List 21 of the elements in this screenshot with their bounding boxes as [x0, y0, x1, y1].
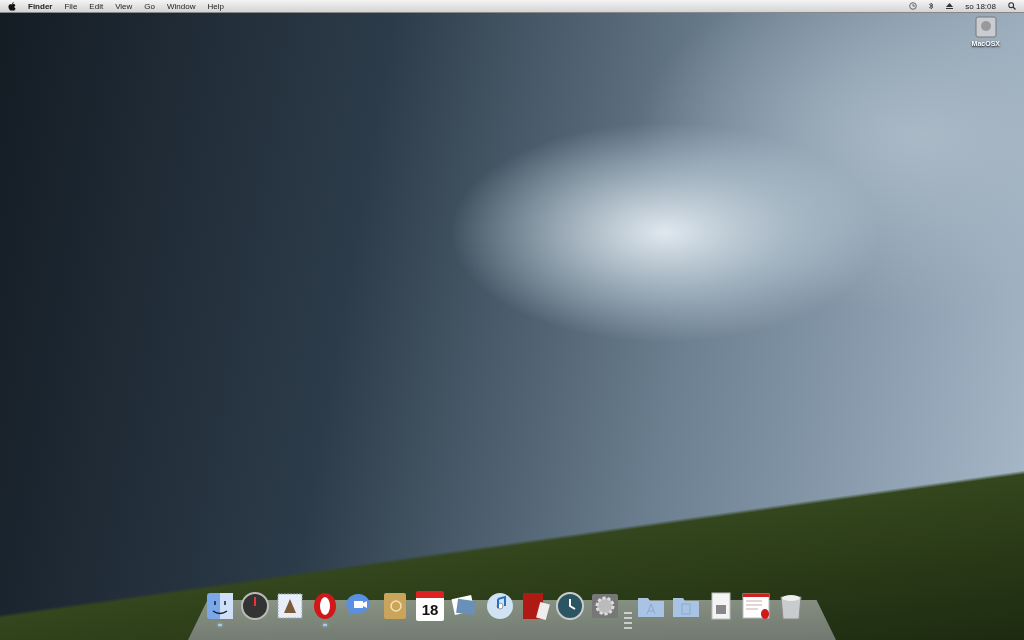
menu-item[interactable]: Edit	[89, 1, 104, 11]
calendar-icon[interactable]: 18	[416, 591, 444, 621]
clock[interactable]: so 18:08	[965, 1, 996, 11]
app-menu[interactable]: Finder	[28, 1, 53, 11]
menu-item[interactable]: Window	[167, 1, 196, 11]
menu-item[interactable]: Go	[144, 1, 155, 11]
menu-item[interactable]: View	[115, 1, 133, 11]
web-page-icon[interactable]	[741, 591, 771, 621]
search-icon[interactable]	[1008, 2, 1016, 10]
apple-icon[interactable]	[8, 1, 16, 11]
dock-separator	[624, 612, 632, 629]
music-disc-icon[interactable]	[485, 591, 515, 621]
curtain-icon[interactable]	[520, 591, 550, 621]
eject-icon[interactable]	[946, 3, 954, 9]
bluetooth-icon[interactable]	[929, 2, 935, 10]
stamp-icon[interactable]	[275, 591, 305, 621]
menu-item[interactable]: Help	[207, 1, 224, 11]
gear-icon[interactable]	[590, 591, 620, 621]
menu-item[interactable]: File	[64, 1, 78, 11]
gauge-icon[interactable]	[240, 591, 270, 621]
smiling-face-icon[interactable]	[205, 591, 235, 621]
